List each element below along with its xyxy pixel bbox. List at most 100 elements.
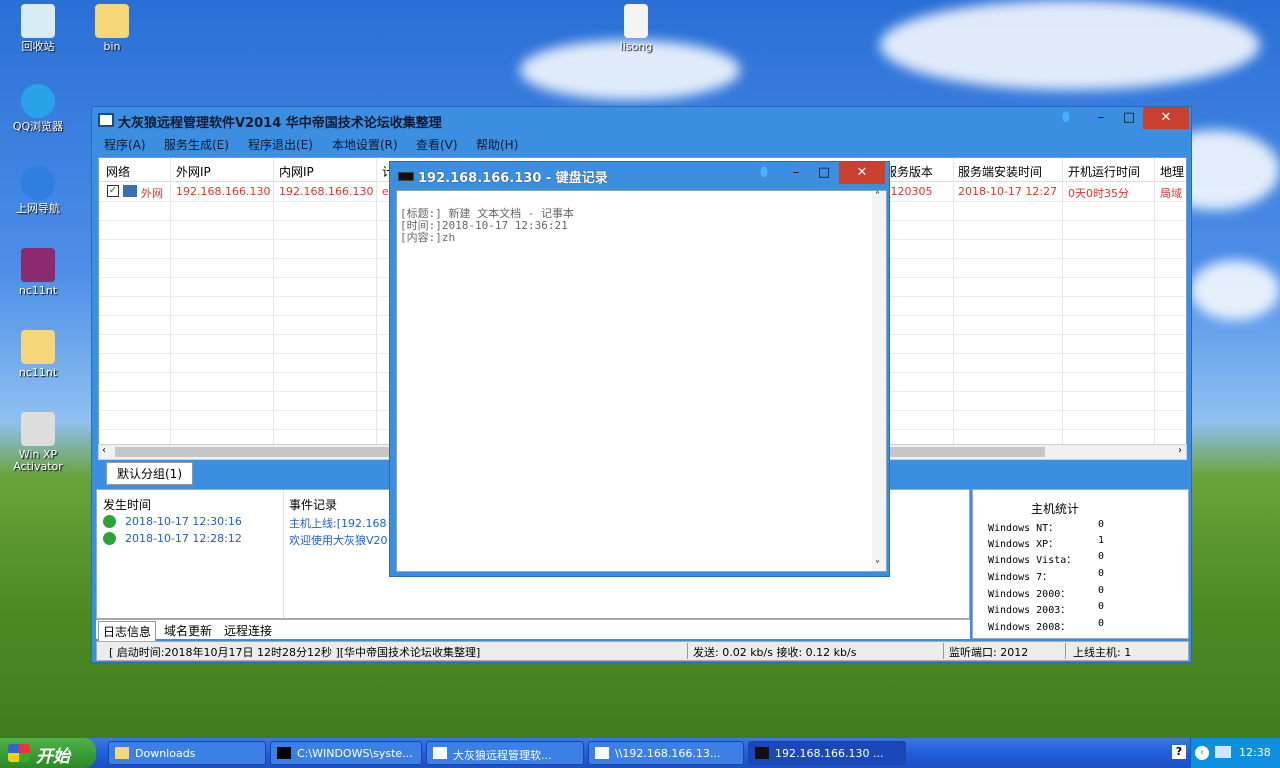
network-icon[interactable] xyxy=(1215,746,1231,758)
task-downloads[interactable]: Downloads xyxy=(108,741,266,765)
cell-wan-ip: 192.168.166.130 xyxy=(176,185,271,198)
keyboard-icon xyxy=(398,172,414,181)
maximize-button[interactable]: □ xyxy=(1115,107,1143,129)
text-file-icon xyxy=(624,4,648,38)
menu-build-server[interactable]: 服务生成(E) xyxy=(164,136,229,153)
keylog-textarea[interactable]: [标题:] 新建 文本文档 - 记事本 [时间:]2018-10-17 12:3… xyxy=(396,190,887,572)
minimize-button[interactable]: – xyxy=(1087,107,1115,129)
menu-program[interactable]: 程序(A) xyxy=(104,136,146,153)
vertical-scrollbar[interactable]: ˄ ˅ xyxy=(872,191,886,571)
computer-icon xyxy=(123,185,137,197)
task-remote[interactable]: \\192.168.166.13... xyxy=(588,741,744,765)
start-button[interactable]: 开始 xyxy=(0,738,96,768)
desktop-icon-recycle-bin[interactable]: 回收站 xyxy=(0,4,76,53)
status-divider xyxy=(943,643,944,659)
task-keylog[interactable]: 192.168.166.130 ... xyxy=(748,741,906,765)
col-location[interactable]: 地理 xyxy=(1160,163,1184,180)
success-icon xyxy=(103,515,116,528)
stat-label: Windows 7： xyxy=(988,572,1053,583)
task-main-app[interactable]: 大灰狼远程管理软... xyxy=(426,741,584,765)
recycle-bin-icon xyxy=(21,4,55,38)
scroll-down-icon[interactable]: ˅ xyxy=(875,560,880,571)
scroll-up-icon[interactable]: ˄ xyxy=(875,191,880,202)
stat-row: Windows XP： 1 xyxy=(988,535,1104,550)
main-titlebar[interactable]: 大灰狼远程管理软件V2014 华中帝国技术论坛收集整理 ⬮ – □ ✕ xyxy=(92,107,1191,133)
cell-version: _120305 xyxy=(885,185,933,198)
desktop-icon-label: nc11nt xyxy=(18,366,58,379)
col-wan-ip[interactable]: 外网IP xyxy=(176,163,211,180)
folder-icon xyxy=(115,747,129,759)
desktop-icon-nc11nt-folder[interactable]: nc11nt xyxy=(0,330,76,379)
desktop-icon-web-nav[interactable]: 上网导航 xyxy=(0,166,76,215)
tab-domain-update[interactable]: 域名更新 xyxy=(160,621,216,640)
clock[interactable]: 12:38 xyxy=(1239,746,1271,759)
task-label: 大灰狼远程管理软... xyxy=(453,749,552,762)
dialog-titlebar[interactable]: 192.168.166.130 - 键盘记录 ⬮ – □ ✕ xyxy=(390,162,889,188)
stat-row: Windows NT： 0 xyxy=(988,519,1104,534)
cloud xyxy=(880,0,1260,90)
log-time: 2018-10-17 12:28:12 xyxy=(125,532,242,545)
tab-remote-connect[interactable]: 远程连接 xyxy=(220,621,276,640)
col-network[interactable]: 网络 xyxy=(106,163,130,180)
desktop-icon-label: lisong xyxy=(619,40,653,53)
menu-local-settings[interactable]: 本地设置(R) xyxy=(332,136,398,153)
status-bar: [ 启动时间:2018年10月17日 12时28分12秒 ][华中帝国技术论坛收… xyxy=(96,641,1189,661)
scroll-right-icon[interactable]: › xyxy=(1178,445,1182,456)
col-lan-ip[interactable]: 内网IP xyxy=(279,163,314,180)
stat-value: 0 xyxy=(1098,601,1105,612)
skin-icon[interactable]: ⬮ xyxy=(750,162,778,184)
status-online: 上线主机: 1 xyxy=(1073,646,1132,659)
menu-view[interactable]: 查看(V) xyxy=(416,136,458,153)
dialog-title: 192.168.166.130 - 键盘记录 xyxy=(418,171,608,186)
stat-label: Windows Vista： xyxy=(988,555,1077,566)
col-uptime[interactable]: 开机运行时间 xyxy=(1068,163,1140,180)
dialog-minimize-button[interactable]: – xyxy=(782,162,810,184)
stat-label: Windows 2000： xyxy=(988,589,1071,600)
dialog-close-button[interactable]: ✕ xyxy=(839,162,885,184)
stats-title: 主机统计 xyxy=(1031,502,1080,516)
tab-default-group[interactable]: 默认分组(1) xyxy=(106,462,193,485)
desktop-icon-winxp-activator[interactable]: Win XP Activator xyxy=(0,412,76,473)
keylog-dialog: 192.168.166.130 - 键盘记录 ⬮ – □ ✕ [标题:] 新建 … xyxy=(389,161,890,577)
desktop-icon-qq-browser[interactable]: QQ浏览器 xyxy=(0,84,76,133)
main-title: 大灰狼远程管理软件V2014 华中帝国技术论坛收集整理 xyxy=(118,116,442,131)
desktop-icon-label: nc11nt xyxy=(18,284,58,297)
cloud xyxy=(1190,260,1280,320)
ie-icon xyxy=(21,166,55,200)
stat-label: Windows XP： xyxy=(988,539,1059,550)
desktop-icon-nc11nt-archive[interactable]: nc11nt xyxy=(0,248,76,297)
skin-icon[interactable]: ⬮ xyxy=(1052,107,1080,129)
menu-help[interactable]: 帮助(H) xyxy=(476,136,518,153)
dialog-maximize-button[interactable]: □ xyxy=(810,162,838,184)
monitor-icon xyxy=(595,747,609,759)
menu-exit[interactable]: 程序退出(E) xyxy=(248,136,313,153)
tab-log-info[interactable]: 日志信息 xyxy=(98,621,157,642)
winrar-icon xyxy=(21,248,55,282)
desktop-icon-label: bin xyxy=(103,40,121,53)
tray-expand-icon[interactable]: ‹ xyxy=(1195,746,1209,760)
cell-lan-ip: 192.168.166.130 xyxy=(279,185,374,198)
log-col-divider xyxy=(283,490,284,618)
desktop-icon-label: Win XP Activator xyxy=(13,448,63,473)
cell-install-time: 2018-10-17 12:27 xyxy=(958,185,1058,198)
desktop-icon-bin-folder[interactable]: bin xyxy=(74,4,150,53)
qq-browser-icon xyxy=(21,84,55,118)
scroll-left-icon[interactable]: ‹ xyxy=(102,445,106,456)
close-button[interactable]: ✕ xyxy=(1143,107,1189,129)
desktop-icon-lisong[interactable]: lisong xyxy=(598,4,674,53)
start-label: 开始 xyxy=(36,747,70,767)
stat-row: Windows 2008： 0 xyxy=(988,618,1104,633)
cell-network: 外网 xyxy=(141,187,163,200)
col-install-time[interactable]: 服务端安装时间 xyxy=(958,163,1042,180)
help-icon[interactable]: ? xyxy=(1172,745,1186,759)
system-tray: ‹ 12:38 xyxy=(1190,738,1280,768)
stat-label: Windows 2008： xyxy=(988,622,1071,633)
task-label: C:\WINDOWS\syste... xyxy=(297,747,413,760)
status-divider xyxy=(687,643,688,659)
col-version[interactable]: 服务版本 xyxy=(885,163,933,180)
stat-row: Windows 2003： 0 xyxy=(988,601,1104,616)
row-checkbox[interactable]: ✓ xyxy=(107,185,119,197)
stat-row: Windows Vista： 0 xyxy=(988,551,1104,566)
log-col-time: 发生时间 xyxy=(103,498,152,512)
task-cmd[interactable]: C:\WINDOWS\syste... xyxy=(270,741,422,765)
